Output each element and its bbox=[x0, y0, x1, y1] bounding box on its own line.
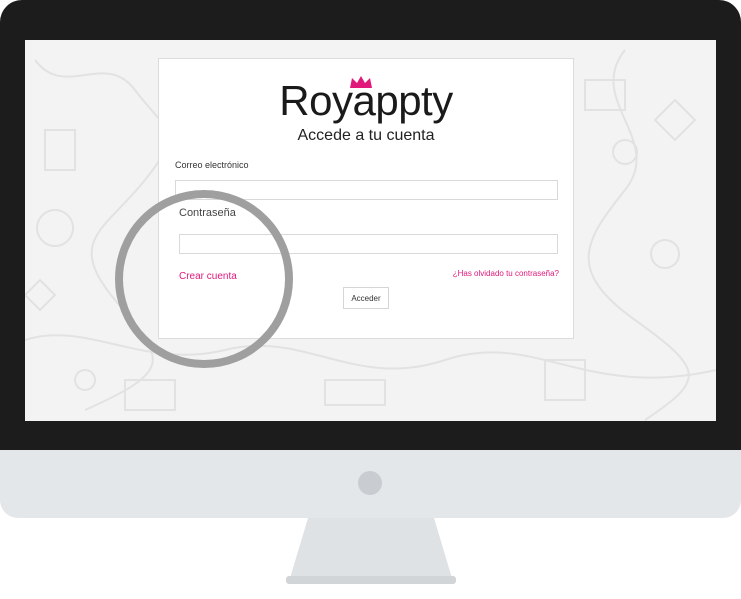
password-field[interactable] bbox=[179, 234, 558, 254]
email-field[interactable] bbox=[175, 180, 558, 200]
login-button[interactable]: Acceder bbox=[343, 287, 389, 309]
monitor-screen: Royappty Accede a tu cuenta Correo elect… bbox=[25, 40, 716, 421]
monitor-stand bbox=[286, 518, 456, 584]
email-label: Correo electrónico bbox=[175, 160, 249, 170]
password-label: Contraseña bbox=[179, 207, 236, 219]
power-indicator-icon bbox=[358, 471, 382, 495]
login-panel: Royappty Accede a tu cuenta Correo elect… bbox=[158, 58, 574, 339]
monitor-bezel: Royappty Accede a tu cuenta Correo elect… bbox=[0, 0, 741, 452]
crown-icon bbox=[350, 76, 373, 88]
brand-logo: Royappty bbox=[159, 76, 573, 125]
create-account-link[interactable]: Crear cuenta bbox=[179, 271, 237, 282]
page-title: Accede a tu cuenta bbox=[297, 127, 435, 144]
forgot-password-link[interactable]: ¿Has olvidado tu contraseña? bbox=[453, 269, 559, 278]
